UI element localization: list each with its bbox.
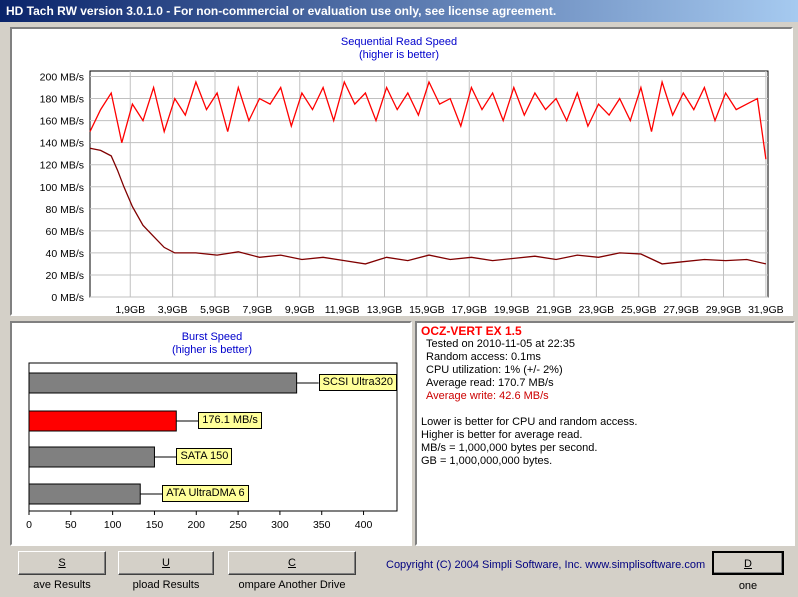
burst-bar-label: SCSI Ultra320 bbox=[318, 374, 397, 391]
average-write: Average write: 42.6 MB/s bbox=[426, 390, 549, 402]
btn-text: one bbox=[738, 580, 758, 592]
btn-mnemonic: D bbox=[744, 558, 752, 570]
y-tick-label: 0 MB/s bbox=[51, 292, 84, 304]
sequential-read-panel: Sequential Read Speed (higher is better)… bbox=[10, 27, 793, 316]
x-tick-label: 21,9GB bbox=[536, 304, 572, 314]
seq-chart-subtitle: (higher is better) bbox=[359, 49, 439, 61]
x-tick-label: 25,9GB bbox=[621, 304, 657, 314]
title-bar[interactable]: HD Tach RW version 3.0.1.0 - For non-com… bbox=[0, 0, 798, 22]
btn-text: pload Results bbox=[132, 579, 200, 591]
y-tick-label: 20 MB/s bbox=[45, 270, 84, 282]
drive-name: OCZ-VERT EX 1.5 bbox=[421, 324, 522, 338]
x-tick-label: 27,9GB bbox=[663, 304, 699, 314]
compare-another-drive-button[interactable]: Compare Another Drive bbox=[228, 551, 356, 591]
btn-text: ompare Another Drive bbox=[238, 579, 346, 591]
burst-x-tick-label: 0 bbox=[26, 519, 32, 531]
x-tick-label: 15,9GB bbox=[409, 304, 445, 314]
burst-bar-label: 176.1 MB/s bbox=[198, 412, 262, 429]
burst-x-tick-label: 400 bbox=[355, 519, 373, 531]
burst-speed-chart: Burst Speed (higher is better) 0 50 100 150… bbox=[26, 331, 398, 531]
sequential-read-chart: Sequential Read Speed (higher is better)… bbox=[40, 36, 784, 314]
x-tick-label: 31,9GB bbox=[748, 304, 784, 314]
note-line: Higher is better for average read. bbox=[421, 429, 583, 441]
y-tick-label: 180 MB/s bbox=[40, 94, 84, 106]
note-line: MB/s = 1,000,000 bytes per second. bbox=[421, 442, 598, 454]
upload-results-button[interactable]: Upload Results bbox=[118, 551, 214, 591]
x-tick-label: 7,9GB bbox=[242, 304, 272, 314]
burst-chart-title: Burst Speed bbox=[182, 331, 243, 343]
x-tick-label: 23,9GB bbox=[579, 304, 615, 314]
tested-date: Tested on 2010-11-05 at 22:35 bbox=[426, 338, 576, 350]
burst-x-tick-label: 100 bbox=[104, 519, 122, 531]
note-line: Lower is better for CPU and random acces… bbox=[421, 416, 638, 428]
burst-x-tick-label: 50 bbox=[65, 519, 77, 531]
seq-chart-title: Sequential Read Speed bbox=[341, 36, 457, 48]
average-read: Average read: 170.7 MB/s bbox=[426, 377, 554, 389]
burst-bar-label: ATA UltraDMA 6 bbox=[162, 485, 249, 502]
burst-bar bbox=[28, 483, 141, 505]
x-tick-label: 19,9GB bbox=[494, 304, 530, 314]
y-tick-label: 60 MB/s bbox=[45, 226, 84, 238]
y-tick-label: 40 MB/s bbox=[45, 248, 84, 260]
window-title: HD Tach RW version 3.0.1.0 - For non-com… bbox=[6, 4, 557, 18]
x-tick-label: 9,9GB bbox=[285, 304, 315, 314]
cpu-utilization: CPU utilization: 1% (+/- 2%) bbox=[426, 364, 563, 376]
random-access: Random access: 0.1ms bbox=[426, 351, 541, 363]
burst-bar bbox=[28, 372, 298, 394]
y-tick-label: 160 MB/s bbox=[40, 116, 84, 128]
burst-speed-panel: Burst Speed (higher is better) 0 50 100 150… bbox=[10, 321, 412, 546]
x-tick-label: 11,9GB bbox=[325, 304, 360, 314]
burst-chart-subtitle: (higher is better) bbox=[172, 344, 252, 356]
y-tick-label: 200 MB/s bbox=[40, 72, 84, 84]
x-tick-label: 1,9GB bbox=[115, 304, 145, 314]
x-tick-label: 3,9GB bbox=[158, 304, 188, 314]
btn-mnemonic: C bbox=[288, 557, 296, 569]
note-line: GB = 1,000,000,000 bytes. bbox=[421, 455, 553, 467]
burst-x-tick-label: 150 bbox=[146, 519, 164, 531]
y-tick-label: 120 MB/s bbox=[40, 160, 84, 172]
burst-x-tick-label: 350 bbox=[313, 519, 331, 531]
burst-bar bbox=[28, 410, 177, 432]
btn-mnemonic: S bbox=[58, 557, 66, 569]
x-tick-label: 17,9GB bbox=[451, 304, 487, 314]
y-tick-label: 80 MB/s bbox=[45, 204, 84, 216]
burst-x-tick-label: 250 bbox=[229, 519, 247, 531]
burst-x-tick-label: 200 bbox=[188, 519, 206, 531]
burst-x-tick-label: 300 bbox=[271, 519, 289, 531]
x-tick-label: 29,9GB bbox=[706, 304, 742, 314]
results-info-panel: OCZ-VERT EX 1.5 Tested on 2010-11-05 at … bbox=[415, 321, 795, 546]
btn-mnemonic: U bbox=[162, 557, 170, 569]
y-tick-label: 140 MB/s bbox=[40, 138, 84, 150]
save-results-button[interactable]: Save Results bbox=[18, 551, 106, 591]
burst-bar-label: SATA 150 bbox=[176, 448, 233, 465]
x-tick-label: 13,9GB bbox=[367, 304, 403, 314]
copyright-text: Copyright (C) 2004 Simpli Software, Inc.… bbox=[386, 559, 706, 571]
done-button[interactable]: Done bbox=[712, 551, 784, 592]
y-tick-label: 100 MB/s bbox=[40, 182, 84, 194]
btn-text: ave Results bbox=[33, 579, 91, 591]
x-tick-label: 5,9GB bbox=[200, 304, 230, 314]
burst-bar bbox=[28, 446, 155, 468]
